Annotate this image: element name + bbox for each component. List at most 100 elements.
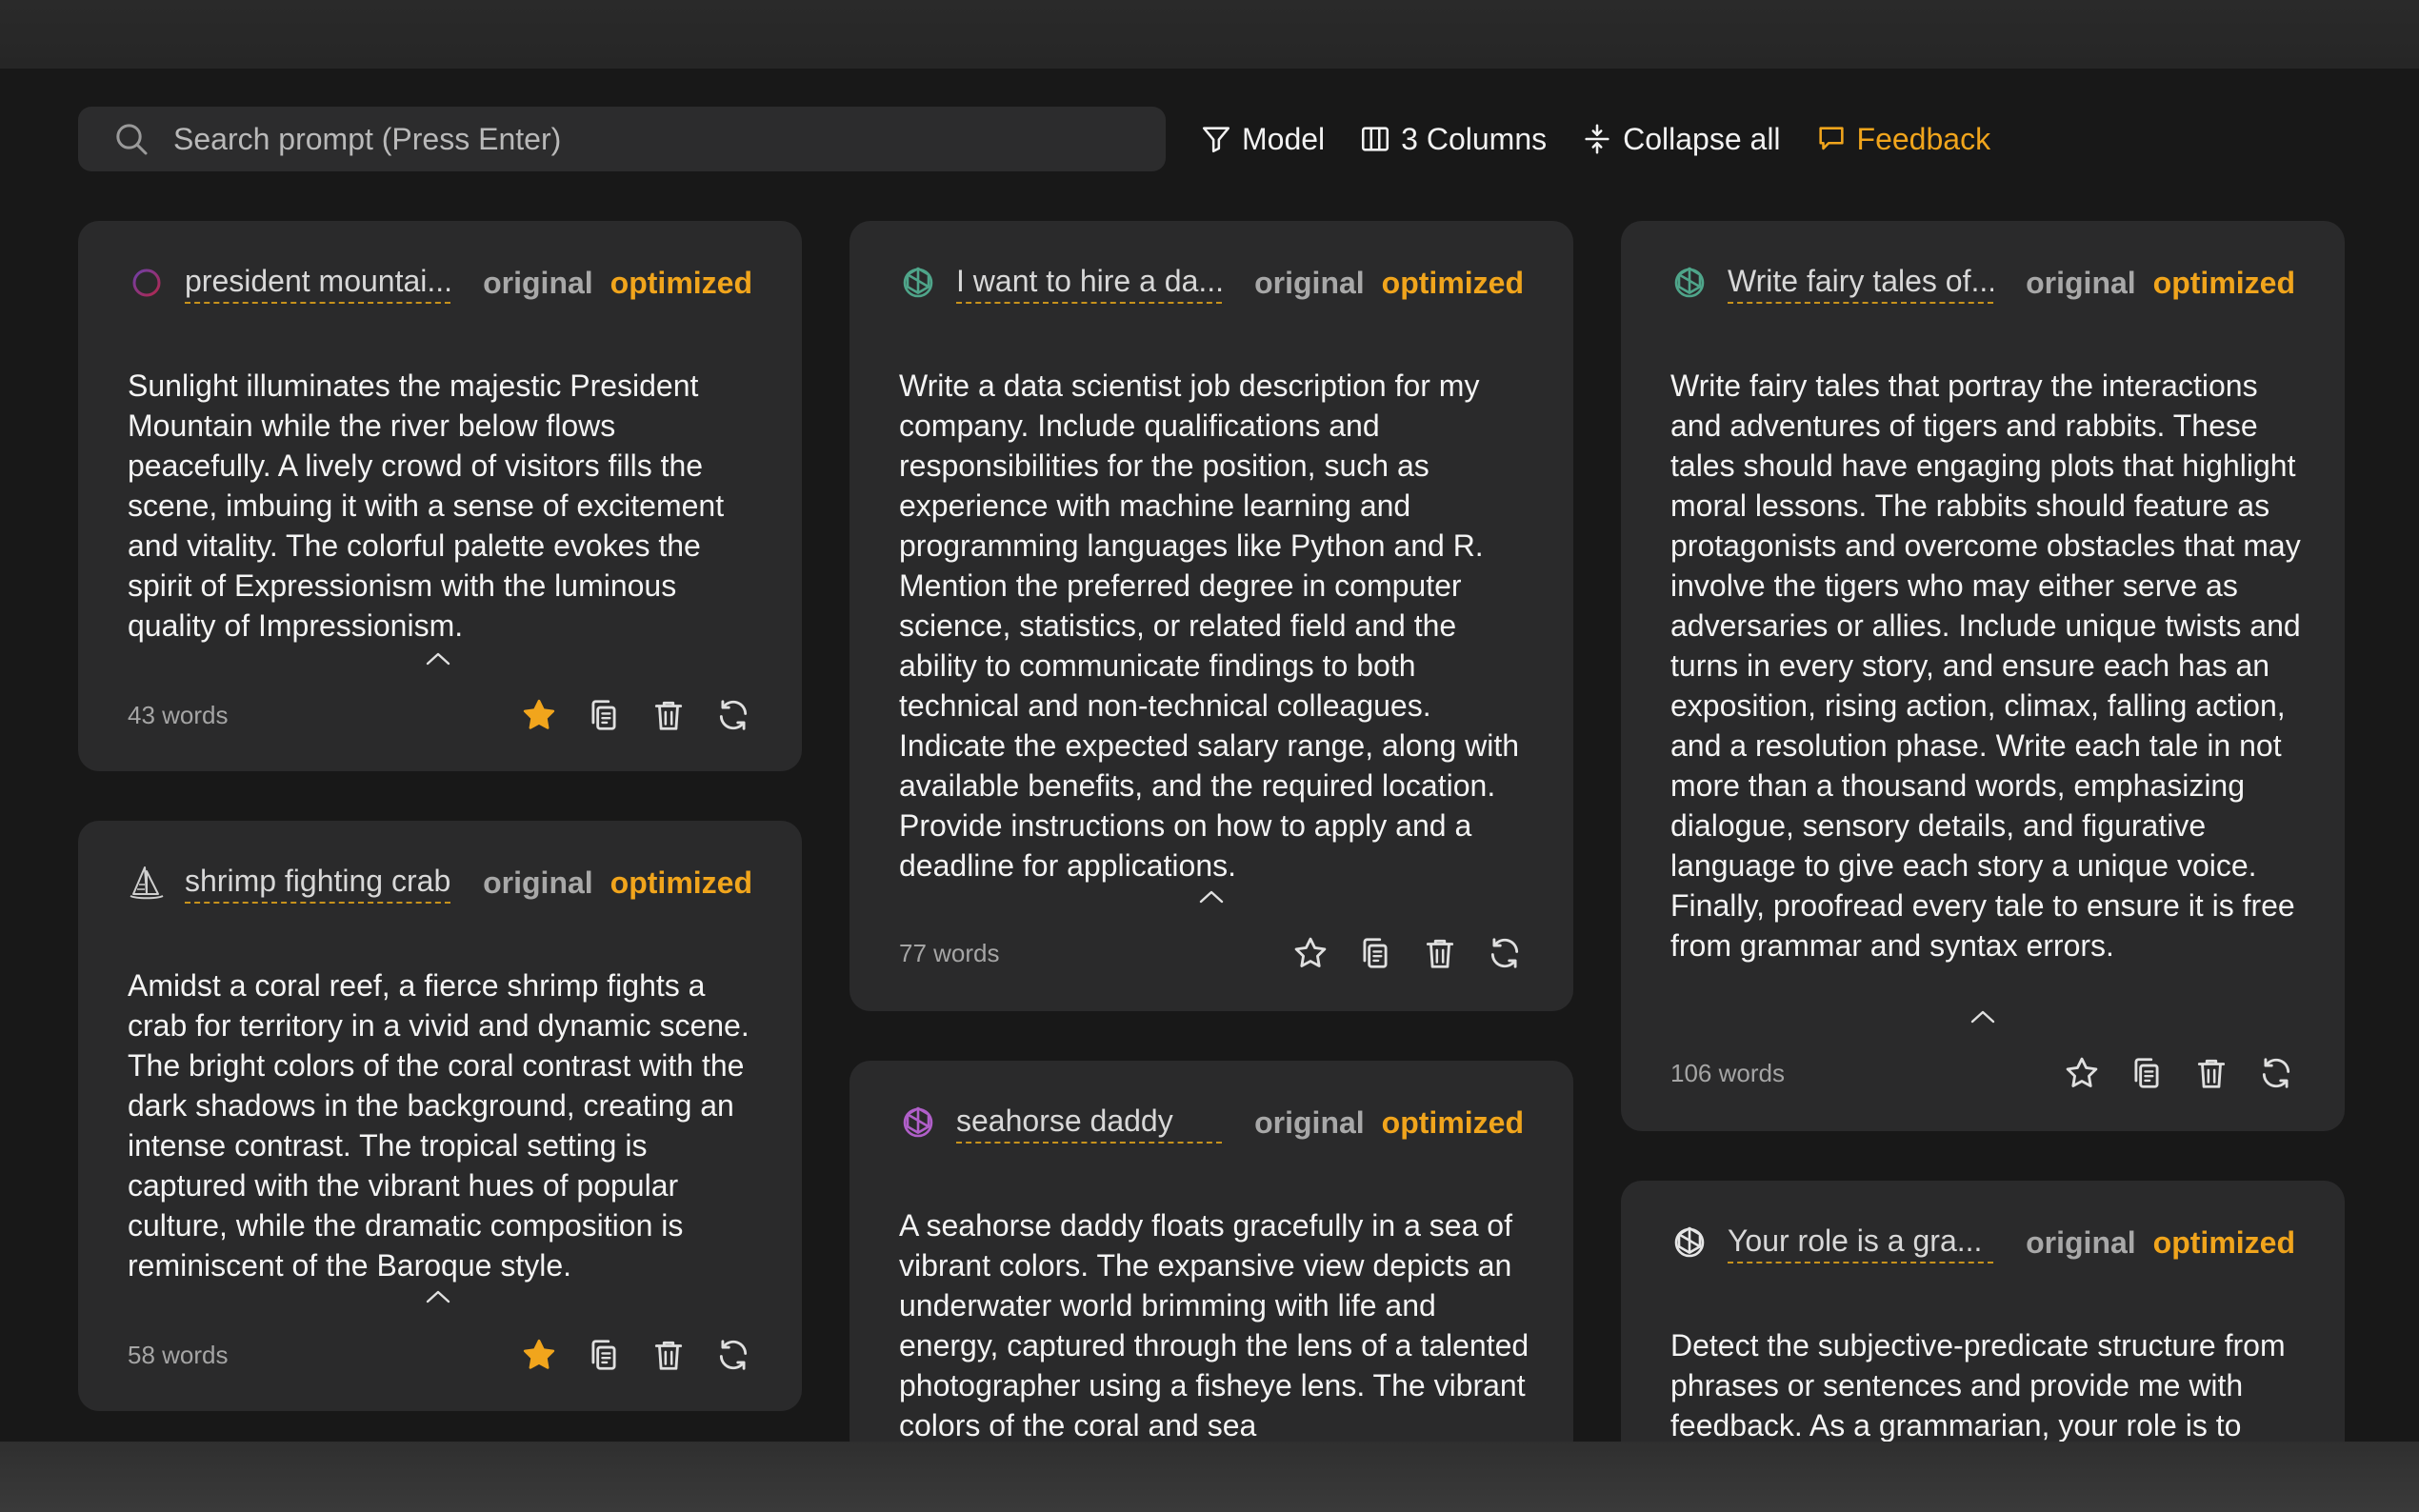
tab-optimized[interactable]: optimized [2153, 266, 2295, 301]
trash-icon [650, 1337, 687, 1373]
chat-bubble-icon [1818, 127, 1844, 150]
collapse-caret-icon[interactable] [424, 1287, 452, 1306]
copy-icon [586, 1337, 622, 1373]
tab-optimized[interactable]: optimized [610, 865, 752, 901]
sailboat-icon [130, 866, 164, 900]
card-title[interactable]: I want to hire a da... [956, 262, 1223, 304]
feedback-label: Feedback [1856, 121, 1991, 156]
card-title[interactable]: president mountai... [185, 262, 451, 304]
word-count: 77 words [899, 938, 1000, 967]
openai-green-icon [1670, 264, 1709, 302]
prompt-card: seahorse daddy original optimized A seah… [850, 1061, 1573, 1461]
card-footer: 43 words [128, 691, 752, 739]
columns-button[interactable]: 3 Columns [1359, 122, 1547, 157]
card-header: president mountai... original optimized [128, 259, 752, 307]
prompt-card: Your role is a gra... original optimized… [1621, 1181, 2345, 1485]
model-filter-button[interactable]: Model [1200, 122, 1325, 157]
regenerate-button[interactable] [714, 696, 752, 734]
toolbar: Model 3 Columns Collapse all Feedback [78, 107, 1990, 171]
word-count: 43 words [128, 700, 229, 729]
prompt-text: Write a data scientist job description f… [899, 368, 1520, 883]
prompt-card: Write fairy tales of... original optimiz… [1621, 221, 2345, 1131]
card-footer: 77 words [899, 929, 1524, 977]
tab-optimized[interactable]: optimized [2153, 1225, 2295, 1261]
card-actions [520, 696, 752, 734]
collapse-caret-icon[interactable] [424, 649, 452, 668]
copy-icon [2129, 1055, 2165, 1091]
tab-optimized[interactable]: optimized [1382, 1105, 1524, 1141]
star-button[interactable] [520, 696, 558, 734]
copy-button[interactable] [1356, 934, 1394, 972]
star-button[interactable] [1291, 934, 1329, 972]
tab-original[interactable]: original [1254, 1105, 1365, 1141]
card-footer: 58 words [128, 1331, 752, 1379]
browser-bottom-bar [0, 1442, 2419, 1512]
word-count: 58 words [128, 1340, 229, 1369]
regenerate-button[interactable] [2257, 1054, 2295, 1092]
trash-icon [650, 697, 687, 733]
trash-icon [2193, 1055, 2229, 1091]
star-outline-icon [1292, 935, 1329, 971]
openai-purple-icon [899, 1104, 937, 1142]
refresh-icon [715, 697, 751, 733]
star-button[interactable] [520, 1336, 558, 1374]
star-button[interactable] [2063, 1054, 2101, 1092]
card-title[interactable]: Your role is a gra... [1728, 1222, 1994, 1263]
tab-optimized[interactable]: optimized [610, 266, 752, 301]
refresh-icon [715, 1337, 751, 1373]
tab-original[interactable]: original [2026, 266, 2136, 301]
delete-button[interactable] [650, 1336, 688, 1374]
openai-white-icon [1670, 1224, 1709, 1262]
regenerate-button[interactable] [1486, 934, 1524, 972]
star-filled-icon [521, 697, 557, 733]
regenerate-button[interactable] [714, 1336, 752, 1374]
prompt-text: Write fairy tales that portray the inter… [1670, 368, 2301, 963]
word-count: 106 words [1670, 1058, 1785, 1087]
tab-original[interactable]: original [483, 266, 593, 301]
copy-button[interactable] [585, 1336, 623, 1374]
card-actions [1291, 934, 1524, 972]
search-input[interactable] [173, 121, 1126, 157]
collapse-caret-icon[interactable] [1969, 1007, 1997, 1026]
browser-top-bar [0, 0, 2419, 69]
columns-label: 3 Columns [1401, 121, 1548, 156]
search-bar[interactable] [78, 107, 1166, 171]
prompt-card: shrimp fighting crab original optimized … [78, 821, 802, 1411]
delete-button[interactable] [650, 696, 688, 734]
tab-original[interactable]: original [483, 865, 593, 901]
prompt-text: Detect the subjective-predicate structur… [1670, 1328, 2286, 1442]
filter-icon [1202, 127, 1230, 153]
trash-icon [1422, 935, 1458, 971]
star-outline-icon [2064, 1055, 2100, 1091]
card-header: shrimp fighting crab original optimized [128, 859, 752, 906]
openai-green-icon [899, 264, 937, 302]
copy-button[interactable] [2128, 1054, 2166, 1092]
search-icon [116, 124, 148, 155]
delete-button[interactable] [2192, 1054, 2230, 1092]
copy-icon [586, 697, 622, 733]
refresh-icon [2258, 1055, 2294, 1091]
card-header: Write fairy tales of... original optimiz… [1670, 259, 2295, 307]
prompt-text: A seahorse daddy floats gracefully in a … [899, 1208, 1529, 1442]
tab-optimized[interactable]: optimized [1382, 266, 1524, 301]
collapse-icon [1585, 124, 1609, 154]
collapse-all-button[interactable]: Collapse all [1581, 121, 1781, 157]
prompt-text: Sunlight illuminates the majestic Presid… [128, 368, 725, 643]
tab-original[interactable]: original [1254, 266, 1365, 301]
feedback-button[interactable]: Feedback [1815, 121, 1991, 157]
card-title[interactable]: Write fairy tales of... [1728, 262, 1994, 304]
card-title[interactable]: shrimp fighting crab [185, 862, 451, 904]
collapse-all-label: Collapse all [1623, 121, 1781, 156]
tab-original[interactable]: original [2026, 1225, 2136, 1261]
prompt-card: I want to hire a da... original optimize… [850, 221, 1573, 1011]
card-footer: 106 words [1670, 1049, 2295, 1097]
card-actions [2063, 1054, 2295, 1092]
collapse-caret-icon[interactable] [1197, 887, 1226, 906]
card-title[interactable]: seahorse daddy [956, 1102, 1223, 1144]
card-header: I want to hire a da... original optimize… [899, 259, 1524, 307]
refresh-icon [1487, 935, 1523, 971]
copy-button[interactable] [585, 696, 623, 734]
midjourney-ring-icon [132, 269, 161, 297]
delete-button[interactable] [1421, 934, 1459, 972]
card-header: Your role is a gra... original optimized [1670, 1219, 2295, 1266]
